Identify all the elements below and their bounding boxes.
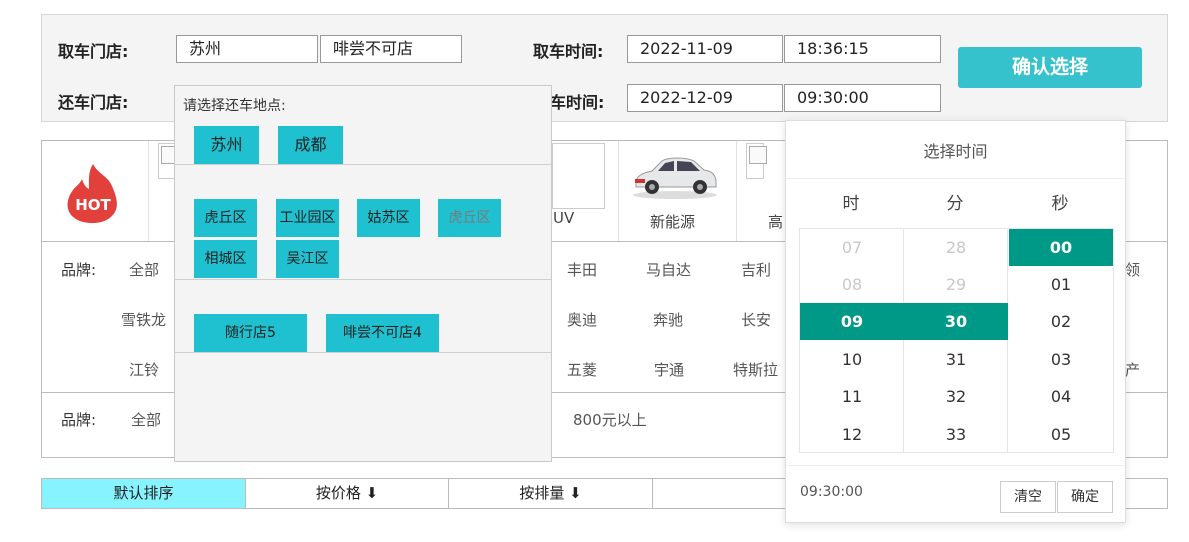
second-column[interactable]: 00 01 02 03 04 05 [1009, 229, 1113, 452]
hot-flame-icon[interactable]: HOT [64, 162, 122, 224]
brand-item[interactable]: 特斯拉 [733, 359, 778, 380]
city-chip-chengdu[interactable]: 成都 [278, 126, 343, 164]
current-time-value: 09:30:00 [800, 484, 863, 500]
minute-option[interactable]: 28 [904, 229, 1008, 266]
return-location-dropdown: 请选择还车地点: 苏州 成都 虎丘区 工业园区 姑苏区 虎丘区 相城区 吴江区 … [174, 85, 552, 462]
brand-item[interactable]: 奥迪 [567, 309, 597, 330]
hour-option[interactable]: 11 [800, 378, 904, 415]
minute-header: 分 [946, 194, 964, 214]
return-store-label: 还车门店: [58, 93, 129, 112]
divider [618, 141, 619, 241]
brand-item-partial[interactable]: 领 [1125, 259, 1140, 280]
hour-option[interactable]: 08 [800, 266, 904, 303]
hour-option[interactable]: 07 [800, 229, 904, 266]
minute-option[interactable]: 32 [904, 378, 1008, 415]
clear-button[interactable]: 清空 [1000, 481, 1056, 513]
brand-item-partial[interactable]: 产 [1125, 359, 1140, 380]
hour-column[interactable]: 07 08 09 10 11 12 [800, 229, 904, 452]
dropdown-title: 请选择还车地点: [183, 98, 286, 114]
second-option[interactable]: 05 [1009, 416, 1113, 452]
return-date-field[interactable]: 2022-12-09 [627, 84, 783, 112]
brand-label: 品牌: [61, 261, 97, 279]
price-label: 品牌: [61, 411, 97, 429]
brand-item[interactable]: 吉利 [741, 259, 771, 280]
return-time-label: 车时间: [550, 93, 605, 112]
sort-default-tab[interactable]: 默认排序 [42, 479, 246, 508]
confirm-button[interactable]: 确认选择 [958, 47, 1142, 88]
second-option[interactable]: 04 [1009, 378, 1113, 415]
district-chip[interactable]: 姑苏区 [357, 199, 420, 237]
brand-item[interactable]: 江铃 [129, 359, 159, 380]
second-option-selected[interactable]: 00 [1009, 229, 1113, 266]
minute-option[interactable]: 29 [904, 266, 1008, 303]
car-photo-new-energy[interactable] [630, 149, 720, 201]
minute-option[interactable]: 33 [904, 416, 1008, 452]
district-chip[interactable]: 工业园区 [276, 199, 339, 237]
broken-image-icon [749, 146, 767, 164]
brand-item[interactable]: 雪铁龙 [121, 309, 166, 330]
return-time-field[interactable]: 09:30:00 [784, 84, 941, 112]
car-type-suv-label[interactable]: UV [553, 209, 574, 227]
car-type-new-energy-label[interactable]: 新能源 [650, 211, 695, 232]
pickup-time-field[interactable]: 18:36:15 [784, 35, 941, 63]
sort-price-tab[interactable]: 按价格 ⬇ [246, 479, 449, 508]
pickup-store-field[interactable]: 啡尝不可店 [320, 35, 462, 63]
second-header: 秒 [1051, 194, 1069, 214]
time-picker-footer: 09:30:00 清空 确定 [786, 465, 1125, 522]
city-chip-suzhou[interactable]: 苏州 [194, 126, 259, 164]
minute-option[interactable]: 31 [904, 341, 1008, 378]
district-chip[interactable]: 吴江区 [276, 240, 339, 278]
pickup-time-label: 取车时间: [533, 42, 604, 61]
time-columns: 07 08 09 10 11 12 28 29 30 31 32 33 00 0… [799, 228, 1114, 453]
pickup-store-label: 取车门店: [58, 42, 129, 61]
car-type-partial-label[interactable]: 高 [768, 211, 783, 232]
time-picker-popup: 选择时间 时 分 秒 07 08 09 10 11 12 28 29 30 31… [785, 120, 1126, 523]
brand-all[interactable]: 全部 [129, 259, 159, 280]
hour-option-selected[interactable]: 09 [800, 303, 904, 340]
brand-item[interactable]: 长安 [741, 309, 771, 330]
brand-item[interactable]: 奔驰 [653, 309, 683, 330]
divider [175, 164, 551, 165]
brand-item[interactable]: 丰田 [567, 259, 597, 280]
district-chip-selected[interactable]: 虎丘区 [438, 199, 501, 237]
brand-item[interactable]: 五菱 [567, 359, 597, 380]
sort-displacement-tab[interactable]: 按排量 ⬇ [449, 479, 653, 508]
price-over-800[interactable]: 800元以上 [573, 409, 647, 430]
price-all[interactable]: 全部 [131, 409, 161, 430]
pickup-city-field[interactable]: 苏州 [176, 35, 318, 63]
minute-option-selected[interactable]: 30 [904, 303, 1008, 340]
divider [736, 141, 737, 241]
second-option[interactable]: 03 [1009, 341, 1113, 378]
car-thumb-broken-2[interactable] [746, 143, 767, 179]
district-chip[interactable]: 相城区 [194, 240, 257, 278]
hot-text: HOT [75, 196, 111, 214]
divider [148, 141, 149, 241]
time-picker-title: 选择时间 [786, 121, 1125, 179]
second-option[interactable]: 02 [1009, 303, 1113, 340]
brand-item[interactable]: 宇通 [654, 359, 684, 380]
second-option[interactable]: 01 [1009, 266, 1113, 303]
divider [175, 352, 551, 353]
car-thumb-suv[interactable] [552, 143, 605, 209]
hour-option[interactable]: 10 [800, 341, 904, 378]
district-chip[interactable]: 虎丘区 [194, 199, 257, 237]
store-chip[interactable]: 啡尝不可店4 [326, 314, 439, 352]
hour-header: 时 [842, 194, 860, 214]
hour-option[interactable]: 12 [800, 416, 904, 452]
ok-button[interactable]: 确定 [1057, 481, 1113, 513]
brand-item[interactable]: 马自达 [646, 259, 691, 280]
pickup-date-field[interactable]: 2022-11-09 [627, 35, 783, 63]
divider [175, 279, 551, 280]
store-chip[interactable]: 随行店5 [194, 314, 307, 352]
minute-column[interactable]: 28 29 30 31 32 33 [904, 229, 1008, 452]
